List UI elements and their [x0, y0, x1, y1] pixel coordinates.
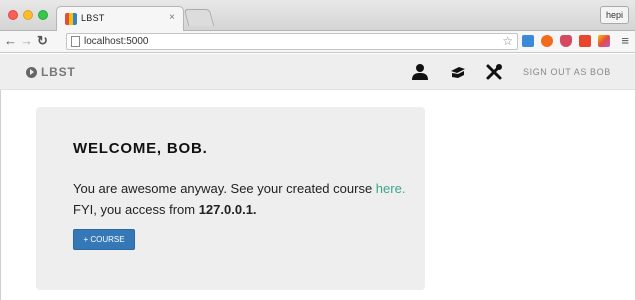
brand-link[interactable]: LBST	[26, 65, 76, 79]
page-icon	[71, 36, 80, 47]
power-extension-icon[interactable]	[541, 35, 553, 47]
minimize-window-button[interactable]	[23, 10, 33, 20]
address-bar[interactable]: localhost:5000 ☆	[66, 33, 518, 50]
forward-icon[interactable]: →	[20, 34, 33, 48]
menu-icon[interactable]: ≡	[621, 33, 629, 48]
checkmark-extension-icon[interactable]	[522, 35, 534, 47]
pocket-extension-icon[interactable]	[560, 35, 572, 47]
tab-title: LBST	[81, 13, 105, 23]
brand-text: LBST	[41, 65, 76, 79]
education-icon[interactable]	[449, 63, 467, 81]
profile-button[interactable]: hepi	[599, 6, 629, 24]
browser-tabstrip: LBST × hepi	[0, 0, 635, 32]
browser-toolbar: ← → ↻ localhost:5000 ☆ ≡	[0, 31, 635, 53]
bookmark-star-icon[interactable]: ☆	[502, 34, 513, 48]
favicon-icon	[65, 13, 77, 25]
message-line-2: FYI, you access from	[73, 202, 199, 217]
new-tab-button[interactable]	[183, 9, 215, 26]
play-circle-icon	[26, 66, 37, 78]
zoom-window-button[interactable]	[38, 10, 48, 20]
sign-out-link[interactable]: SIGN OUT AS BOB	[523, 67, 611, 77]
tools-icon[interactable]	[485, 63, 503, 81]
tab-close-icon[interactable]: ×	[169, 12, 175, 23]
welcome-heading: WELCOME, BOB.	[73, 140, 208, 157]
flag-extension-icon[interactable]	[579, 35, 591, 47]
reload-icon[interactable]: ↻	[37, 34, 48, 48]
multicolor-extension-icon[interactable]	[598, 35, 610, 47]
courses-link[interactable]: here.	[376, 181, 406, 196]
close-window-button[interactable]	[8, 10, 18, 20]
ip-address: 127.0.0.1.	[198, 202, 257, 217]
browser-tab[interactable]: LBST ×	[56, 6, 184, 32]
message-line-1: You are awesome anyway. See your created…	[73, 181, 373, 196]
back-icon[interactable]: ←	[4, 34, 17, 48]
url-text[interactable]: localhost:5000	[84, 36, 149, 47]
welcome-panel: WELCOME, BOB. You are awesome anyway. Se…	[36, 107, 425, 290]
site-navbar: LBST SIGN OUT AS BOB	[0, 54, 635, 90]
page-left-border	[0, 90, 1, 300]
welcome-message: You are awesome anyway. See your created…	[73, 178, 413, 220]
add-course-button[interactable]: + COURSE	[73, 229, 135, 250]
user-icon[interactable]	[411, 63, 429, 81]
